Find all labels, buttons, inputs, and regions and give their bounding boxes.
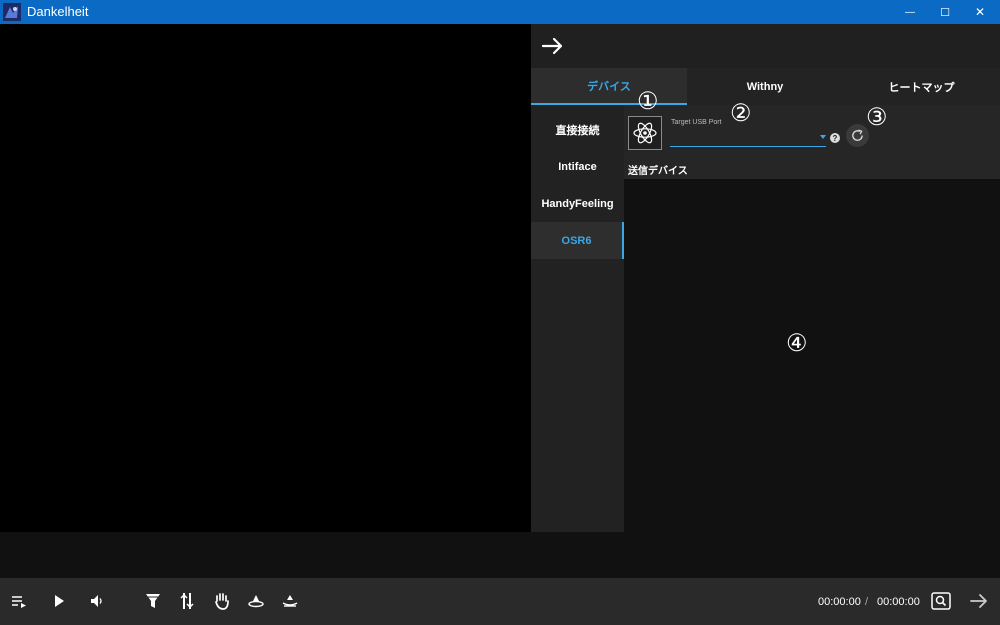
tab-device[interactable]: デバイス — [531, 68, 687, 105]
total-time: 00:00:00 — [877, 596, 920, 608]
osr6-content: Target USB Port ? 送信デバイス — [624, 105, 1000, 532]
close-icon: ✕ — [974, 5, 986, 19]
volume-button[interactable] — [87, 591, 107, 611]
minimize-icon: — — [905, 6, 915, 18]
arrow-right-icon[interactable] — [541, 34, 565, 58]
refresh-icon — [852, 129, 863, 141]
window-title: Dankelheit — [27, 4, 89, 19]
tab-withny[interactable]: Withny — [687, 68, 843, 105]
tab-heatmap[interactable]: ヒートマップ — [843, 68, 1000, 105]
time-separator: / — [865, 596, 869, 608]
side-tab-handyfeeling[interactable]: HandyFeeling — [531, 185, 624, 222]
title-bar: Dankelheit — ☐ ✕ — [0, 0, 1000, 24]
annotation-4: ④ — [786, 329, 808, 357]
zoom-icon — [931, 592, 951, 610]
vibrate-icon — [248, 595, 264, 608]
help-icon[interactable]: ? — [830, 133, 840, 143]
app-logo-icon — [3, 3, 21, 21]
vibrate-button[interactable] — [246, 591, 266, 611]
current-time: 00:00:00 — [818, 596, 861, 608]
panel-header — [531, 24, 1000, 68]
playlist-button[interactable] — [9, 591, 29, 611]
minimize-button[interactable]: — — [893, 0, 927, 24]
device-bar: Target USB Port ? 送信デバイス — [624, 105, 1000, 179]
device-select-button[interactable] — [628, 116, 662, 150]
close-button[interactable]: ✕ — [963, 0, 997, 24]
volume-icon — [91, 595, 102, 607]
video-area[interactable] — [0, 24, 531, 532]
funnel-icon — [146, 594, 160, 608]
chevron-down-icon[interactable] — [820, 135, 826, 139]
target-usb-port-select[interactable] — [670, 131, 826, 147]
rotate-icon — [282, 595, 298, 607]
annotation-2: ② — [730, 99, 752, 127]
funnel-button[interactable] — [143, 591, 163, 611]
send-device-label: 送信デバイス — [628, 166, 688, 177]
top-tabs: デバイス Withny ヒートマップ — [531, 68, 1000, 105]
annotation-1: ① — [637, 87, 659, 115]
annotation-3: ③ — [866, 103, 888, 131]
rotate-button[interactable] — [280, 591, 300, 611]
maximize-button[interactable]: ☐ — [928, 0, 962, 24]
side-tab-intiface[interactable]: Intiface — [531, 148, 624, 185]
maximize-icon: ☐ — [940, 6, 950, 19]
next-button[interactable] — [968, 591, 990, 611]
port-label: Target USB Port — [671, 119, 722, 126]
side-tab-osr6[interactable]: OSR6 — [531, 222, 624, 259]
control-bar: 00:00:00 / 00:00:00 — [0, 578, 1000, 625]
playlist-icon — [12, 596, 26, 608]
side-tabs: 直接接続 Intiface HandyFeeling OSR6 — [531, 105, 624, 532]
hand-icon — [215, 593, 229, 610]
stroke-icon — [180, 593, 194, 609]
device-panel: デバイス Withny ヒートマップ 直接接続 Intiface HandyFe… — [531, 24, 1000, 532]
side-tab-direct-connect[interactable]: 直接接続 — [531, 111, 624, 148]
arrow-right-icon — [970, 594, 987, 608]
atom-icon — [633, 122, 657, 144]
play-button[interactable] — [49, 591, 69, 611]
hand-button[interactable] — [212, 591, 232, 611]
seek-area[interactable] — [0, 532, 1000, 578]
zoom-button[interactable] — [930, 591, 952, 611]
play-icon — [55, 595, 64, 607]
stroke-button[interactable] — [177, 591, 197, 611]
